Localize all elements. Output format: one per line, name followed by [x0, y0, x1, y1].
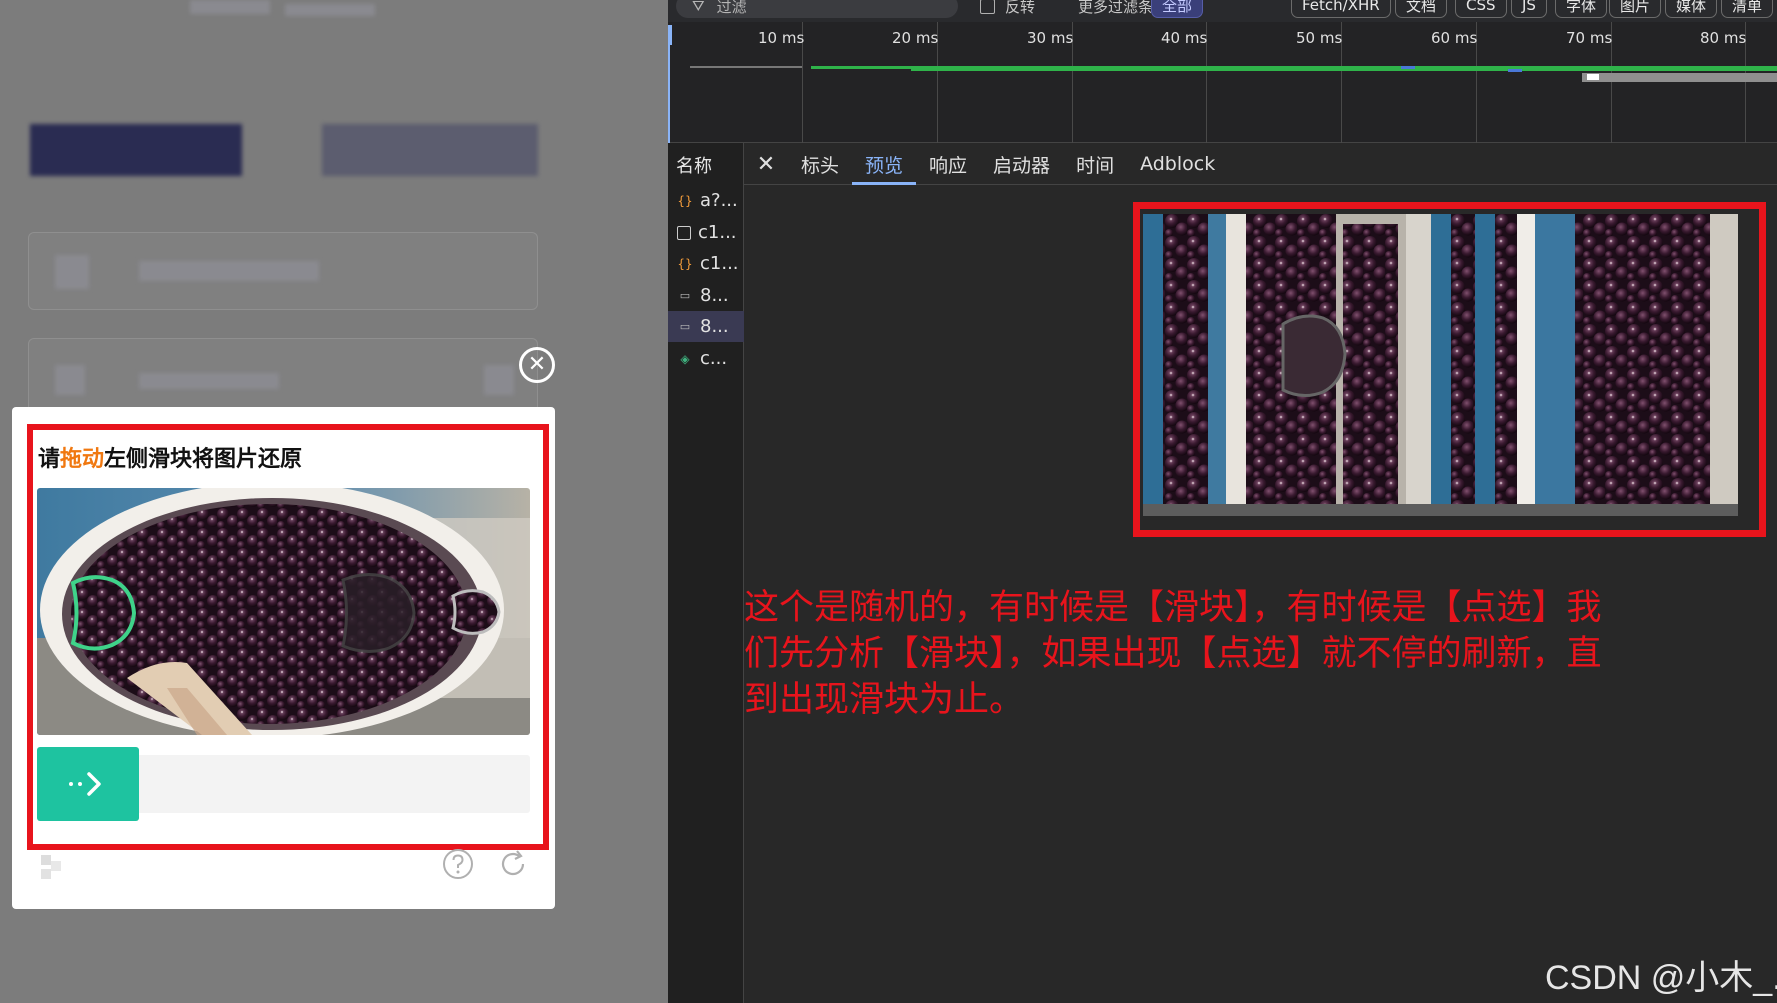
- waterfall-bar: [1508, 69, 1522, 72]
- request-row[interactable]: ◈ c...: [668, 343, 744, 374]
- blurred-heading: [30, 124, 242, 176]
- request-row[interactable]: c1...: [668, 217, 744, 248]
- type-filter-doc[interactable]: 文档: [1395, 0, 1448, 18]
- refresh-icon[interactable]: [497, 848, 529, 880]
- filter-input[interactable]: ⛛ 过滤: [676, 0, 958, 18]
- annotation-text: 这个是随机的，有时候是【滑块】，有时候是【点选】我们先分析【滑块】，如果出现【点…: [744, 588, 1602, 720]
- request-name: 8...: [700, 285, 729, 306]
- json-icon: {}: [677, 193, 693, 208]
- blurred-heading: [322, 124, 538, 176]
- type-filter-fetch[interactable]: Fetch/XHR: [1291, 0, 1391, 18]
- title-highlight: 拖动: [60, 447, 105, 472]
- request-name: 8...: [700, 316, 729, 337]
- blurred-input: [28, 232, 538, 310]
- tab-initiator[interactable]: 启动器: [980, 143, 1063, 185]
- type-filter-font[interactable]: 字体: [1555, 0, 1608, 18]
- waterfall-timeline[interactable]: 10 ms 20 ms 30 ms 40 ms 50 ms 60 ms 70 m…: [668, 22, 1777, 143]
- image-icon: ▭: [679, 289, 691, 302]
- blurred-logo: [41, 855, 61, 879]
- slider-handle[interactable]: [37, 747, 139, 821]
- timeline-label: 70 ms: [1566, 29, 1613, 47]
- scrambled-image-preview: [1143, 214, 1738, 516]
- blurred-icon: [55, 365, 85, 395]
- timeline-label: 30 ms: [1027, 29, 1074, 47]
- timeline-label: 10 ms: [758, 29, 805, 47]
- waterfall-bar: [1401, 66, 1415, 69]
- waterfall-bar: [1587, 74, 1599, 80]
- waterfall-bar: [690, 66, 802, 68]
- name-column-header[interactable]: 名称: [676, 152, 712, 178]
- captcha-title: 请拖动左侧滑块将图片还原: [38, 441, 302, 473]
- filter-placeholder: 过滤: [716, 0, 747, 16]
- timeline-label: 60 ms: [1431, 29, 1478, 47]
- timeline-label: 50 ms: [1296, 29, 1343, 47]
- request-row[interactable]: {} c1...: [668, 248, 744, 279]
- request-row[interactable]: {} a?...: [668, 185, 744, 216]
- blurred-input: [28, 338, 538, 416]
- tab-adblock[interactable]: Adblock: [1127, 143, 1228, 185]
- type-filter-css[interactable]: CSS: [1455, 0, 1507, 18]
- request-name: c1...: [698, 222, 737, 243]
- type-filter-media[interactable]: 媒体: [1665, 0, 1718, 18]
- watermark: CSDN @小木_.: [1545, 959, 1777, 997]
- puzzle-image: [37, 488, 530, 735]
- timeline-marker: [668, 42, 670, 143]
- request-name: a?...: [700, 190, 738, 211]
- blurred-icon: [55, 255, 89, 289]
- document-icon: [677, 225, 691, 240]
- close-icon[interactable]: ✕: [519, 347, 555, 383]
- blurred-text: [285, 4, 375, 16]
- filter-icon: ⛛: [692, 0, 705, 15]
- request-list: 名称 {} a?... c1... {} c1... ▭ 8... ▭ 8...…: [668, 143, 744, 1003]
- captcha-dialog: 请拖动左侧滑块将图片还原: [12, 407, 555, 909]
- image-icon: ▭: [679, 320, 691, 333]
- type-filter-manifest[interactable]: 清单: [1721, 0, 1774, 18]
- request-row[interactable]: ▭ 8...: [668, 280, 744, 311]
- json-icon: {}: [677, 256, 693, 271]
- blurred-text: [139, 261, 319, 281]
- type-filter-img[interactable]: 图片: [1609, 0, 1662, 18]
- timeline-label: 80 ms: [1700, 29, 1747, 47]
- waterfall-bar: [1582, 73, 1777, 82]
- request-name: c...: [700, 348, 728, 369]
- blurred-web-page: ✕ 请拖动左侧滑块将图片还原: [0, 0, 668, 1003]
- help-icon[interactable]: [442, 848, 474, 880]
- checkbox-box[interactable]: [980, 0, 995, 14]
- title-prefix: 请: [38, 447, 61, 472]
- timeline-label: 40 ms: [1161, 29, 1208, 47]
- title-suffix: 左侧滑块将图片还原: [104, 447, 303, 472]
- details-tabs: ✕ 标头 预览 响应 启动器 时间 Adblock: [744, 143, 1228, 185]
- request-name: c1...: [700, 253, 739, 274]
- blurred-text: [139, 373, 279, 389]
- request-row-selected[interactable]: ▭ 8...: [668, 311, 744, 342]
- blurred-text: [190, 0, 270, 14]
- font-icon: ◈: [680, 351, 690, 366]
- network-toolbar: ⛛ 过滤 反转 更多过滤条件 ▼ 全部 Fetch/XHR 文档 CSS JS …: [668, 0, 1777, 22]
- blurred-icon: [484, 365, 514, 395]
- tab-timing[interactable]: 时间: [1063, 143, 1127, 185]
- tab-headers[interactable]: 标头: [788, 143, 852, 185]
- tab-response[interactable]: 响应: [916, 143, 980, 185]
- tab-preview[interactable]: 预览: [852, 143, 917, 185]
- close-icon[interactable]: ✕: [744, 143, 788, 185]
- drag-arrow-icon: [69, 772, 101, 796]
- invert-label: 反转: [1005, 0, 1036, 16]
- waterfall-bar: [911, 69, 1777, 71]
- invert-checkbox[interactable]: 反转: [980, 0, 1035, 17]
- timeline-label: 20 ms: [892, 29, 939, 47]
- type-filter-all[interactable]: 全部: [1151, 0, 1204, 18]
- type-filter-js[interactable]: JS: [1511, 0, 1547, 18]
